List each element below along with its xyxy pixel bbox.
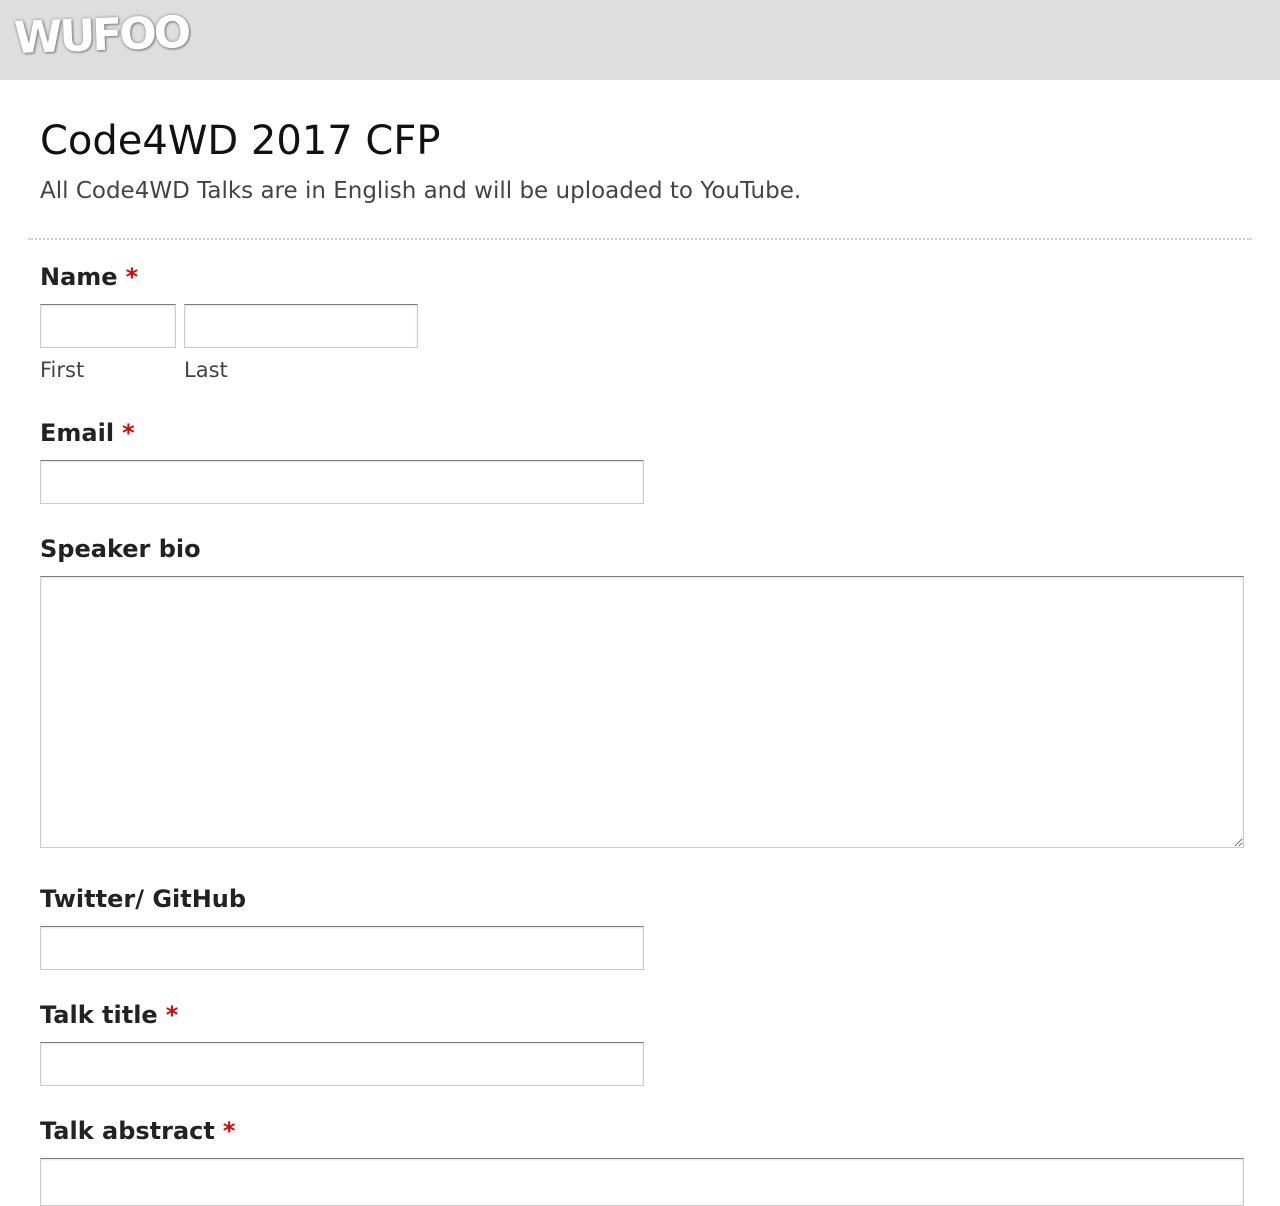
talk-title-label: Talk title * bbox=[40, 1001, 178, 1029]
required-marker: * bbox=[222, 1117, 236, 1145]
first-sublabel: First bbox=[40, 358, 85, 382]
last-name-input[interactable] bbox=[184, 304, 418, 348]
name-label: Name * bbox=[40, 263, 138, 291]
required-marker: * bbox=[122, 419, 135, 447]
twitter-github-input[interactable] bbox=[40, 926, 644, 970]
last-sublabel: Last bbox=[184, 358, 228, 382]
required-marker: * bbox=[125, 263, 139, 291]
talk-title-input[interactable] bbox=[40, 1042, 644, 1086]
required-marker: * bbox=[165, 1001, 179, 1029]
header-bar: WUFOO bbox=[0, 0, 1280, 80]
speaker-bio-label-text: Speaker bio bbox=[40, 535, 201, 563]
twitter-github-label: Twitter/ GitHub bbox=[40, 885, 246, 913]
speaker-bio-label: Speaker bio bbox=[40, 535, 201, 563]
first-name-input[interactable] bbox=[40, 304, 176, 348]
twitter-github-label-text: Twitter/ GitHub bbox=[40, 885, 247, 913]
form-description: All Code4WD Talks are in English and wil… bbox=[40, 178, 802, 204]
wufoo-logo[interactable]: WUFOO bbox=[13, 7, 189, 64]
speaker-bio-textarea[interactable] bbox=[40, 576, 1244, 848]
name-label-text: Name bbox=[40, 263, 118, 291]
email-label-text: Email bbox=[40, 419, 115, 447]
talk-abstract-label-text: Talk abstract bbox=[40, 1117, 215, 1145]
email-label: Email * bbox=[40, 419, 135, 447]
talk-abstract-label: Talk abstract * bbox=[40, 1117, 235, 1145]
talk-abstract-textarea[interactable] bbox=[40, 1158, 1244, 1206]
header-divider bbox=[28, 238, 1252, 240]
email-input[interactable] bbox=[40, 460, 644, 504]
form-title: Code4WD 2017 CFP bbox=[40, 118, 441, 164]
talk-title-label-text: Talk title bbox=[40, 1001, 158, 1029]
